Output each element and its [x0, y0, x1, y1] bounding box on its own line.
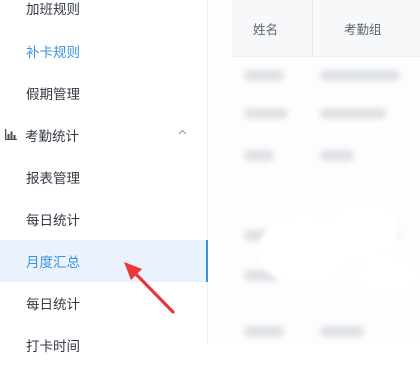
menu-item-overtime-rules[interactable]: 加班规则 [0, 0, 208, 29]
table-cell-obscured [244, 70, 284, 81]
bar-chart-icon [5, 129, 17, 140]
menu-item-label: 每日统计 [26, 297, 80, 313]
table-cell-obscured [244, 150, 274, 161]
menu-item-label: 月度汇总 [26, 255, 80, 271]
table-header: 姓名 考勤组 [232, 0, 420, 57]
menu-item-label: 打卡时间 [26, 339, 80, 355]
menu-item-label: 补卡规则 [26, 45, 80, 61]
red-arrow-icon [124, 262, 175, 314]
column-header-name[interactable]: 姓名 [253, 0, 278, 56]
main-content: 姓名 考勤组 [208, 0, 420, 344]
chevron-up-icon [178, 129, 187, 135]
column-divider [312, 0, 313, 56]
table-cell-obscured [320, 108, 386, 119]
menu-item-punch-time[interactable]: 打卡时间 [0, 324, 208, 366]
menu-group-attendance-stats[interactable]: 考勤统计 [0, 114, 208, 156]
menu-item-report-management[interactable]: 报表管理 [0, 156, 208, 198]
column-header-attendance-group[interactable]: 考勤组 [344, 0, 382, 56]
table-cell-obscured [320, 150, 354, 161]
table-cell-obscured [320, 70, 400, 81]
menu-item-label: 加班规则 [26, 2, 80, 18]
table-cell-obscured [244, 326, 284, 337]
menu-item-leave-management[interactable]: 假期管理 [0, 72, 208, 114]
menu-group-label: 考勤统计 [25, 129, 79, 145]
menu-item-daily-stats[interactable]: 每日统计 [0, 198, 208, 240]
menu-item-label: 每日统计 [26, 213, 80, 229]
menu-item-makeup-punch-rules[interactable]: 补卡规则 [0, 30, 208, 72]
table-cell-obscured [244, 108, 288, 119]
table-cell-obscured [320, 326, 364, 337]
blur-overlay [328, 200, 398, 260]
blur-overlay [358, 255, 418, 295]
menu-item-label: 假期管理 [26, 87, 80, 103]
menu-item-label: 报表管理 [26, 171, 80, 187]
